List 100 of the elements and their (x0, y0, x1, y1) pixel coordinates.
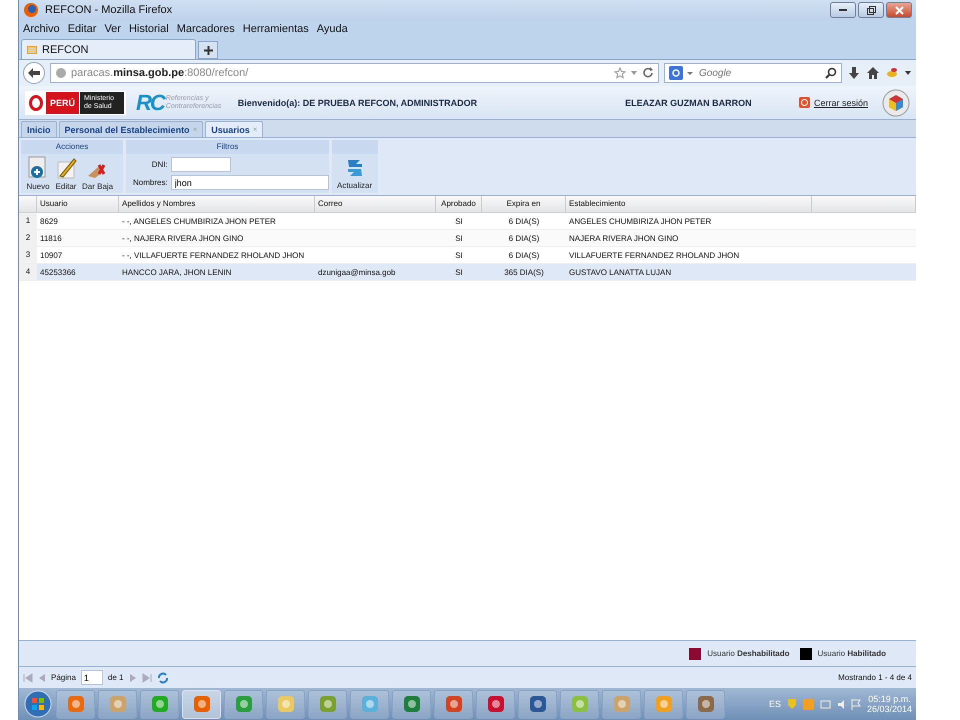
app-tab[interactable]: Personal del Establecimiento × (58, 121, 204, 137)
menu-item[interactable]: Editar (68, 23, 96, 35)
minimize-icon (839, 8, 847, 12)
taskbar-button[interactable] (602, 690, 641, 718)
filter-field[interactable]: jhon (170, 175, 329, 190)
app-tab[interactable]: Inicio (21, 121, 57, 137)
table-row[interactable]: 3 10907 - -, VILLAFUERTE FERNANDEZ RHOLAND JHON SI 6 DIA(S) VILLAFUERTE FERNANDEZ RHOLAND JHON (19, 247, 916, 264)
group-title: Acciones (21, 140, 123, 154)
taskbar-button[interactable] (392, 690, 431, 718)
home-icon (866, 66, 880, 80)
logout-link[interactable]: Cerrar sesión (814, 98, 868, 108)
cube-icon (882, 88, 910, 116)
table-cell-text: SI (454, 216, 464, 226)
taskbar-button[interactable] (308, 690, 347, 718)
country-label: PERÚ (46, 92, 80, 114)
power-icon (798, 97, 810, 108)
table-cell-text: NAJERA RIVERA JHON GINO (568, 234, 680, 242)
menu-item[interactable]: Marcadores (176, 23, 235, 35)
table-row[interactable]: 1 8629 - -, ANGELES CHUMBIRIZA JHON PETER SI 6 DIA(S) ANGELES CHUMBIRIZA JHON PETER (19, 213, 916, 230)
restore-button[interactable] (858, 2, 884, 18)
action-button[interactable]: Editar (52, 156, 80, 191)
table-cell-text: 6 DIA(S) (508, 234, 540, 242)
taskbar-button[interactable] (98, 690, 137, 718)
taskbar-button[interactable] (140, 690, 179, 718)
taskbar-button[interactable] (518, 690, 557, 718)
table-row[interactable]: 4 45253366 HANCCO JARA, JHON LENIN dzunigaa@minsa.gob SI 365 DIA(S) GUSTAVO LANATTA LUJAN (19, 264, 916, 281)
column-header[interactable]: Expira en (482, 196, 566, 212)
plus-icon (204, 46, 212, 54)
network-icon (820, 698, 831, 710)
menu-item[interactable]: Historial (128, 23, 169, 35)
taskbar-button[interactable] (560, 690, 599, 718)
taskbar-button[interactable] (266, 690, 305, 718)
legend-label: Usuario Deshabilitado (707, 649, 790, 658)
page-field[interactable]: 1 (80, 670, 103, 685)
menu-item[interactable]: Archivo (23, 23, 60, 35)
paging-summary: Mostrando 1 - 4 de 4 (838, 673, 912, 682)
user-name: ELEAZAR GUZMAN BARRON (625, 98, 752, 108)
column-header[interactable]: Aprobado (436, 196, 482, 212)
start-button[interactable] (23, 689, 53, 719)
table-row[interactable]: 2 11816 - -, NAJERA RIVERA JHON GINO SI 6 DIA(S) NAJERA RIVERA JHON GINO (19, 230, 916, 247)
dropdown-icon (630, 69, 638, 77)
table-cell-text: dzunigaa@minsa.gob (317, 268, 397, 276)
column-header[interactable]: Usuario (37, 196, 119, 212)
browser-tab[interactable]: REFCON (21, 39, 196, 59)
table-cell-text: 365 DIA(S) (503, 268, 545, 276)
taskbar-button[interactable] (686, 690, 725, 718)
bee-icon (885, 66, 899, 80)
table-cell-text: 45253366 (39, 268, 77, 276)
column-header[interactable]: Correo (315, 196, 436, 212)
logo-letters: RC (136, 90, 164, 116)
last-page-icon[interactable] (142, 672, 152, 682)
shield-icon (786, 698, 797, 710)
previous-page-icon[interactable] (38, 672, 46, 682)
table-cell-text: HANCCO JARA, JHON LENIN (121, 268, 232, 276)
action-button[interactable]: Nuevo (24, 156, 52, 191)
close-button[interactable] (886, 2, 912, 18)
restore-icon (866, 6, 876, 14)
address-field[interactable]: paracas.minsa.gob.pe:8080/refcon/ (50, 63, 659, 83)
back-arrow-icon (28, 68, 40, 78)
menu-item[interactable]: Ver (104, 23, 121, 35)
minimize-button[interactable] (830, 2, 856, 18)
menu-item[interactable]: Ayuda (316, 23, 348, 35)
filter-label: DNI: (150, 160, 168, 169)
reload-icon (642, 67, 654, 79)
taskbar-button[interactable] (56, 690, 95, 718)
close-icon (894, 6, 904, 14)
next-page-icon[interactable] (128, 672, 136, 682)
column-header[interactable]: Apellidos y Nombres (119, 196, 315, 212)
taskbar-button[interactable] (434, 690, 473, 718)
taskbar-button[interactable] (350, 690, 389, 718)
dropdown-icon (687, 69, 693, 77)
table-cell-text: 10907 (39, 250, 64, 260)
window-title: REFCON - Mozilla Firefox (45, 4, 172, 16)
dropdown-icon (904, 69, 912, 77)
download-icon (847, 66, 861, 80)
page-label: Página (51, 673, 76, 682)
welcome-text: Bienvenido(a): DE PRUEBA REFCON, ADMINISTRADOR (238, 98, 478, 108)
filter-field[interactable] (170, 157, 231, 172)
refresh-icon[interactable] (156, 672, 168, 684)
row-number: 1 (19, 213, 37, 229)
menu-item[interactable]: Herramientas (242, 23, 309, 35)
table-cell-text: GUSTAVO LANATTA LUJAN (568, 268, 672, 276)
taskbar-button[interactable] (644, 690, 683, 718)
action-button[interactable]: Dar Baja (80, 156, 116, 191)
table-cell-text: VILLAFUERTE FERNANDEZ RHOLAND JHON (568, 250, 740, 260)
taskbar-button[interactable] (224, 690, 263, 718)
page-icon (26, 44, 38, 56)
flag-icon (850, 698, 861, 710)
taskbar-button[interactable] (476, 690, 515, 718)
table-cell-text: SI (454, 250, 464, 260)
table-cell-text: SI (454, 268, 464, 276)
app-tab[interactable]: Usuarios × (205, 121, 264, 137)
first-page-icon[interactable] (23, 672, 33, 682)
new-tab-button[interactable] (198, 41, 218, 59)
column-header[interactable]: Establecimiento (566, 196, 812, 212)
page-count: de 1 (108, 673, 124, 682)
search-bar[interactable]: Google (664, 63, 842, 83)
back-button[interactable] (23, 62, 45, 84)
row-number: 4 (19, 264, 37, 280)
table-cell-text: - -, ANGELES CHUMBIRIZA JHON PETER (121, 216, 277, 226)
